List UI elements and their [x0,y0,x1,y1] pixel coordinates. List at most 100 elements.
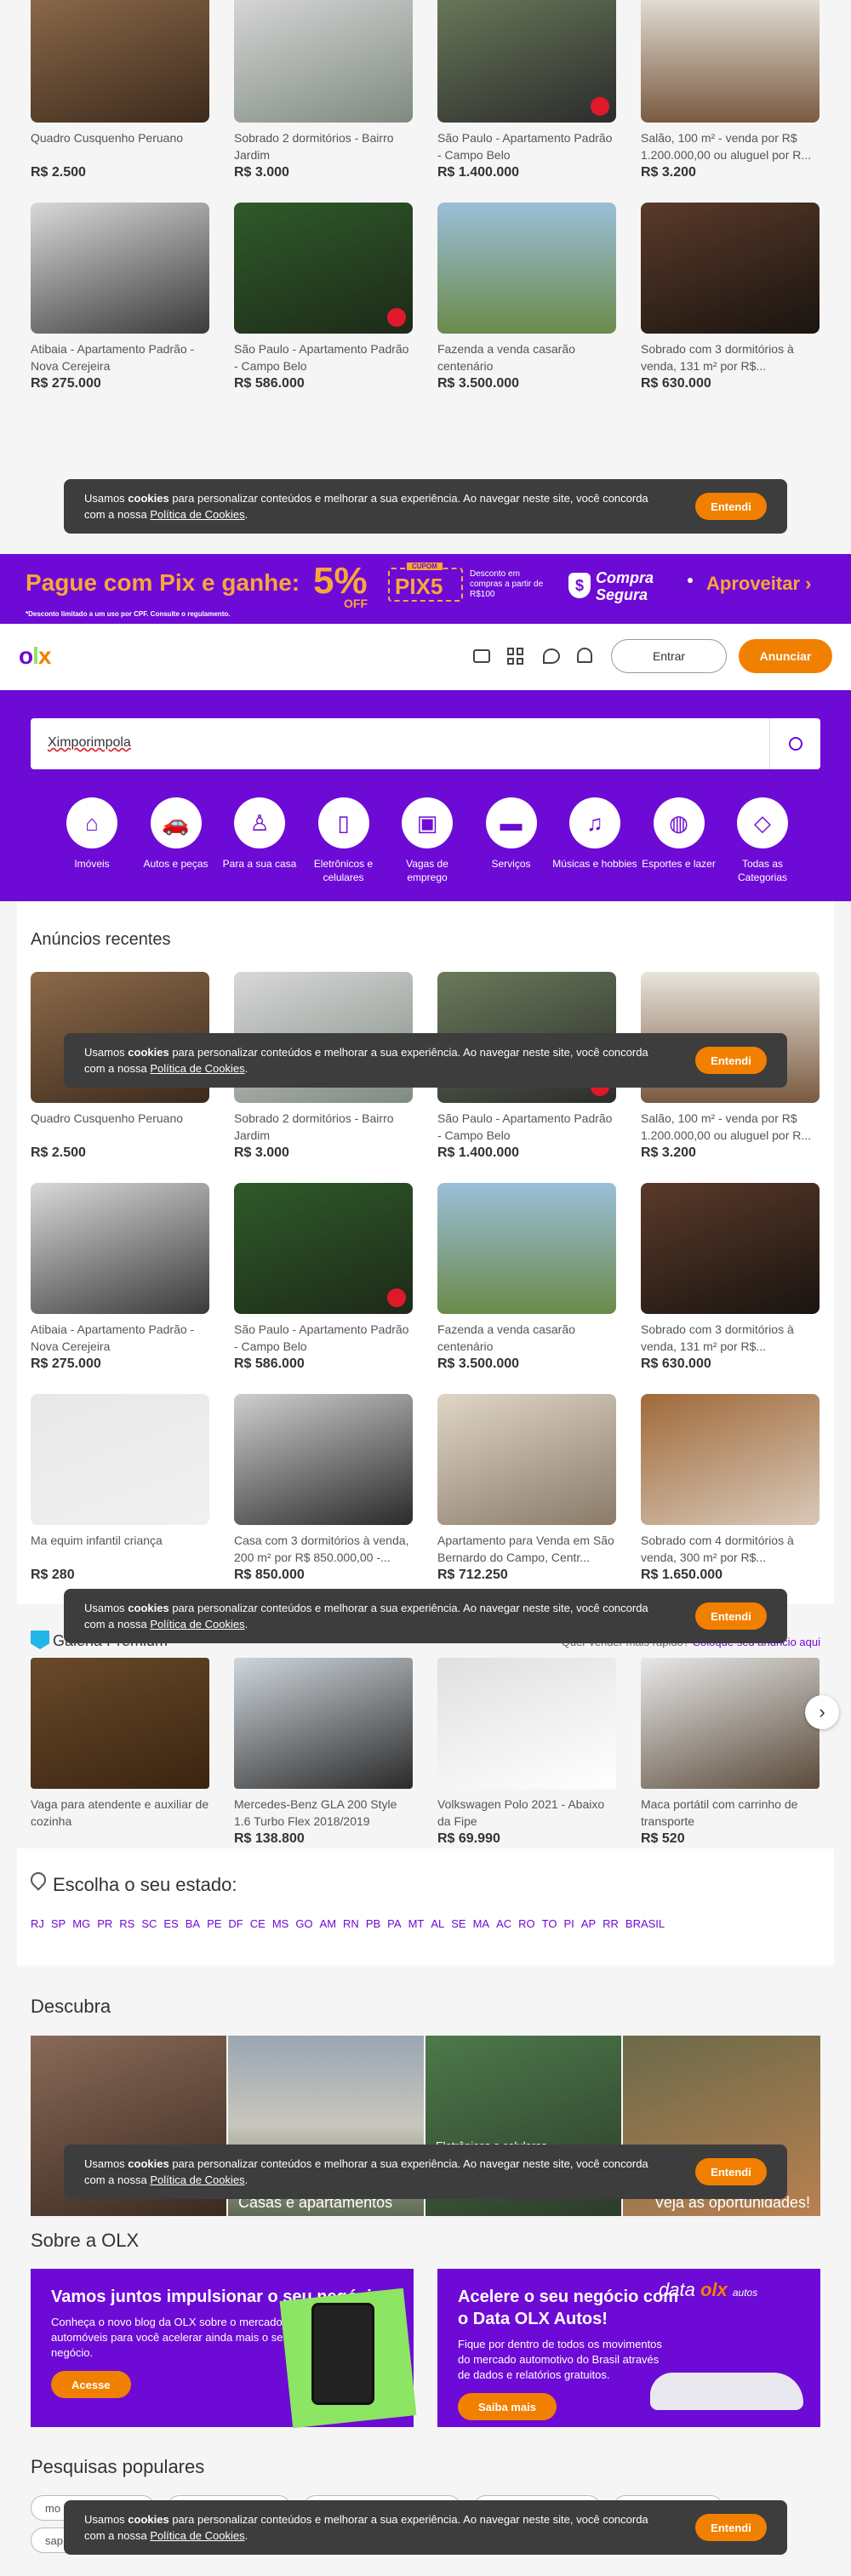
category-2[interactable]: ♙ Para a sua casa [217,797,302,871]
cookie-accept-button[interactable]: Entendi [695,1602,767,1630]
premium-card[interactable]: Maca portátil com carrinho de transporte… [641,1658,820,1862]
category-8[interactable]: ◇ Todas as Categorias [720,797,805,884]
listing-price: R$ 2.500 [31,1145,86,1160]
state-link[interactable]: DF [228,1917,243,1930]
carousel-next-button[interactable]: › [805,1695,839,1729]
briefcase-icon[interactable] [473,649,490,663]
category-1[interactable]: 🚗 Autos e peças [134,797,219,871]
listing-card[interactable]: Sobrado com 3 dormitórios à venda, 131 m… [641,1183,820,1387]
blog-access-button[interactable]: Acesse [51,2371,131,2398]
state-link[interactable]: RO [518,1917,535,1930]
state-link[interactable]: AP [581,1917,596,1930]
listing-card[interactable]: Casa com 3 dormitórios à venda, 200 m² p… [234,1394,413,1598]
promo-cta[interactable]: Aproveitar › [706,573,812,595]
chip-label: mo [45,2501,61,2515]
listing-image [234,1394,413,1525]
listing-card[interactable]: Ma equim infantil criança R$ 280 [31,1394,209,1598]
listing-card[interactable]: Atibaia - Apartamento Padrão - Nova Cere… [31,203,209,407]
listing-card[interactable]: Fazenda a venda casarão centenário R$ 3.… [437,203,616,407]
data-text: Fique por dentro de todos os movimentos … [458,2338,662,2381]
listing-title: Fazenda a venda casarão centenário [437,1322,575,1353]
category-7[interactable]: ◍ Esportes e lazer [637,797,722,871]
search-button[interactable] [769,718,820,769]
state-link[interactable]: PE [207,1917,221,1930]
listing-card[interactable]: São Paulo - Apartamento Padrão - Campo B… [234,203,413,407]
chip-label: sap [45,2533,63,2547]
badge-icon [591,97,609,116]
state-link[interactable]: PB [366,1917,380,1930]
category-4[interactable]: ▣ Vagas de emprego [385,797,470,884]
premium-card[interactable]: Mercedes-Benz GLA 200 Style 1.6 Turbo Fl… [234,1658,413,1862]
state-link[interactable]: BA [186,1917,200,1930]
state-link[interactable]: PR [97,1917,112,1930]
listing-card[interactable]: Quadro Cusquenho Peruano R$ 2.500 [31,0,209,196]
premium-card[interactable]: Volkswagen Polo 2021 - Abaixo da Fipe R$… [437,1658,616,1862]
listing-card[interactable]: Salão, 100 m² - venda por R$ 1.200.000,0… [641,0,820,196]
state-link[interactable]: SC [141,1917,157,1930]
listing-card[interactable]: Apartamento para Venda em São Bernardo d… [437,1394,616,1598]
listing-card[interactable]: Sobrado com 3 dormitórios à venda, 131 m… [641,203,820,407]
listing-card[interactable]: Sobrado com 4 dormitórios à venda, 300 m… [641,1394,820,1598]
cookie-policy-link[interactable]: Política de Cookies [150,1618,244,1631]
category-5[interactable]: ▬ Serviços [469,797,554,871]
cookie-policy-link[interactable]: Política de Cookies [150,2173,244,2186]
olx-logo[interactable]: olx [19,643,51,670]
blog-text: Conheça o novo blog da OLX sobre o merca… [51,2316,298,2359]
state-link[interactable]: RR [603,1917,619,1930]
state-link[interactable]: MS [272,1917,289,1930]
blog-card[interactable]: Vamos juntos impulsionar o seu negócio? … [31,2269,417,2429]
state-link[interactable]: SP [51,1917,66,1930]
listing-image [437,0,616,123]
category-0[interactable]: ⌂ Imóveis [49,797,134,871]
state-link[interactable]: SE [451,1917,465,1930]
state-link[interactable]: BRASIL [625,1917,665,1930]
state-link[interactable]: CE [250,1917,266,1930]
dot-separator [688,578,693,583]
cookie-accept-button[interactable]: Entendi [695,493,767,520]
state-link[interactable]: MA [473,1917,490,1930]
state-link[interactable]: RS [119,1917,134,1930]
cookie-policy-link[interactable]: Política de Cookies [150,2529,244,2542]
announce-button[interactable]: Anunciar [739,639,832,673]
state-link[interactable]: PA [387,1917,401,1930]
data-more-button[interactable]: Saiba mais [458,2393,557,2420]
state-link[interactable]: ES [163,1917,178,1930]
login-button[interactable]: Entrar [611,639,727,673]
listing-card[interactable]: São Paulo - Apartamento Padrão - Campo B… [437,0,616,196]
search-input[interactable]: Ximporimpola [48,735,131,751]
category-3[interactable]: ▯ Eletrônicos e celulares [301,797,386,884]
cookie-policy-link[interactable]: Política de Cookies [150,508,244,521]
state-link[interactable]: AC [496,1917,511,1930]
listing-card[interactable]: Sobrado 2 dormitórios - Bairro Jardim R$… [234,0,413,196]
listing-price: R$ 1.400.000 [437,165,520,180]
state-link[interactable]: AL [431,1917,444,1930]
cupom-box: CUPOM PIX5 [388,563,463,602]
cookie-accept-button[interactable]: Entendi [695,1047,767,1074]
cookie-accept-button[interactable]: Entendi [695,2158,767,2185]
premium-card[interactable]: Vaga para atendente e auxiliar de cozinh… [31,1658,209,1862]
chat-icon[interactable] [543,648,560,664]
state-link[interactable]: AM [320,1917,337,1930]
data-olx-card[interactable]: Acelere o seu negócio com o Data OLX Aut… [437,2269,820,2427]
listing-card[interactable]: Atibaia - Apartamento Padrão - Nova Cere… [31,1183,209,1387]
bell-icon[interactable] [577,648,592,663]
pix-promo-banner[interactable]: Pague com Pix e ganhe: 5% OFF CUPOM PIX5… [0,554,851,624]
listing-title: Quadro Cusquenho Peruano [31,1111,184,1125]
listing-card[interactable]: São Paulo - Apartamento Padrão - Campo B… [234,1183,413,1387]
category-label: Serviços [491,858,531,870]
cookie-policy-link[interactable]: Política de Cookies [150,1062,244,1075]
state-link[interactable]: TO [542,1917,557,1930]
state-link[interactable]: RN [343,1917,359,1930]
category-label: Vagas de emprego [406,858,448,883]
category-6[interactable]: ♫ Músicas e hobbies [552,797,637,871]
grid-icon[interactable] [507,648,524,665]
state-link[interactable]: PI [563,1917,574,1930]
state-link[interactable]: RJ [31,1917,44,1930]
cookie-accept-button[interactable]: Entendi [695,2514,767,2541]
states-panel [17,1848,834,1966]
state-link[interactable]: GO [295,1917,312,1930]
listing-card[interactable]: Fazenda a venda casarão centenário R$ 3.… [437,1183,616,1387]
state-link[interactable]: MG [72,1917,90,1930]
state-link[interactable]: MT [408,1917,425,1930]
ball-icon: ◍ [653,797,705,848]
